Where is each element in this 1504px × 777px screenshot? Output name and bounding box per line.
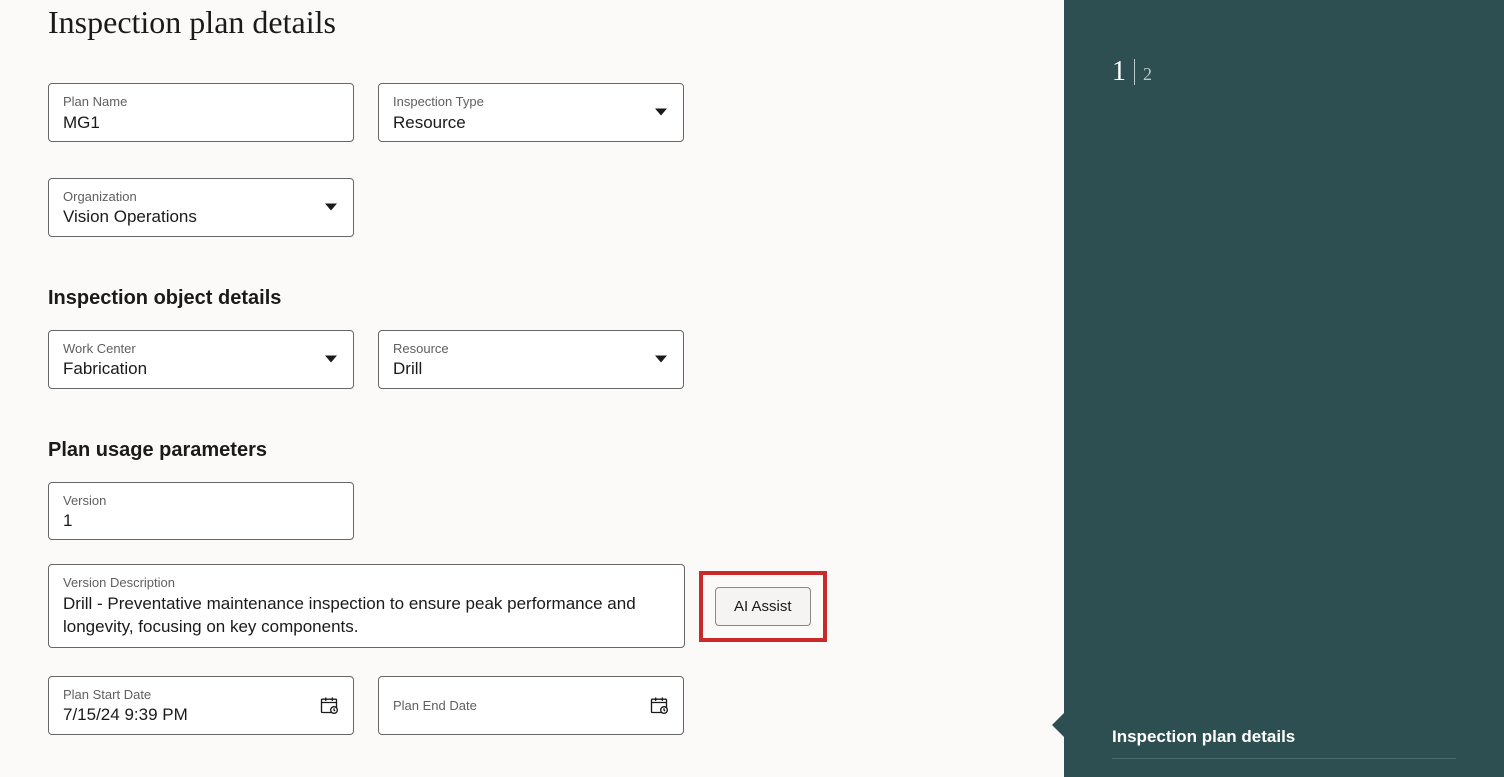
version-field[interactable]: Version 1	[48, 482, 354, 541]
plan-start-date-label: Plan Start Date	[63, 687, 339, 703]
step-separator	[1134, 59, 1135, 85]
plan-end-date-label: Plan End Date	[393, 698, 669, 714]
sidebar-step-label: Inspection plan details	[1112, 727, 1456, 747]
organization-value: Vision Operations	[63, 206, 339, 227]
inspection-type-value: Resource	[393, 112, 669, 133]
usage-section-title: Plan usage parameters	[48, 439, 1016, 462]
step-indicator: 1 2	[1112, 56, 1456, 88]
calendar-icon[interactable]	[649, 695, 669, 715]
organization-field[interactable]: Organization Vision Operations	[48, 178, 354, 237]
ai-assist-button[interactable]: AI Assist	[715, 587, 811, 626]
version-description-value: Drill - Preventative maintenance inspect…	[63, 593, 670, 639]
chevron-down-icon	[655, 356, 667, 363]
sidebar-panel: 1 2 Inspection plan details	[1064, 0, 1504, 777]
plan-start-date-field[interactable]: Plan Start Date 7/15/24 9:39 PM	[48, 676, 354, 735]
sidebar-footer: Inspection plan details	[1112, 727, 1456, 747]
plan-start-date-value: 7/15/24 9:39 PM	[63, 704, 339, 725]
resource-label: Resource	[393, 341, 669, 357]
version-description-field[interactable]: Version Description Drill - Preventative…	[48, 564, 685, 647]
plan-name-field[interactable]: Plan Name MG1	[48, 83, 354, 142]
page-title: Inspection plan details	[48, 4, 1016, 41]
plan-details-row-1: Plan Name MG1 Inspection Type Resource	[48, 83, 1016, 142]
plan-name-label: Plan Name	[63, 94, 339, 110]
chevron-down-icon	[655, 109, 667, 116]
work-center-label: Work Center	[63, 341, 339, 357]
work-center-value: Fabrication	[63, 358, 339, 379]
inspection-type-label: Inspection Type	[393, 94, 669, 110]
organization-label: Organization	[63, 189, 339, 205]
main-content: Inspection plan details Plan Name MG1 In…	[0, 0, 1064, 777]
version-row: Version 1	[48, 482, 1016, 541]
resource-value: Drill	[393, 358, 669, 379]
plan-end-date-field[interactable]: Plan End Date	[378, 676, 684, 735]
object-details-title: Inspection object details	[48, 287, 1016, 310]
ai-assist-highlight: AI Assist	[699, 571, 827, 642]
step-current: 1	[1112, 56, 1126, 88]
inspection-type-field[interactable]: Inspection Type Resource	[378, 83, 684, 142]
version-description-label: Version Description	[63, 575, 670, 591]
version-description-row: Version Description Drill - Preventative…	[48, 564, 1016, 647]
resource-field[interactable]: Resource Drill	[378, 330, 684, 389]
sidebar-divider	[1112, 758, 1456, 759]
chevron-down-icon	[325, 204, 337, 211]
step-pointer-icon	[1052, 713, 1064, 737]
dates-row: Plan Start Date 7/15/24 9:39 PM Plan End…	[48, 676, 1016, 735]
object-details-row: Work Center Fabrication Resource Drill	[48, 330, 1016, 389]
plan-details-row-2: Organization Vision Operations	[48, 178, 1016, 237]
calendar-icon[interactable]	[319, 695, 339, 715]
chevron-down-icon	[325, 356, 337, 363]
step-total: 2	[1143, 64, 1152, 85]
version-label: Version	[63, 493, 339, 509]
version-value: 1	[63, 510, 339, 531]
work-center-field[interactable]: Work Center Fabrication	[48, 330, 354, 389]
plan-name-value: MG1	[63, 112, 339, 133]
